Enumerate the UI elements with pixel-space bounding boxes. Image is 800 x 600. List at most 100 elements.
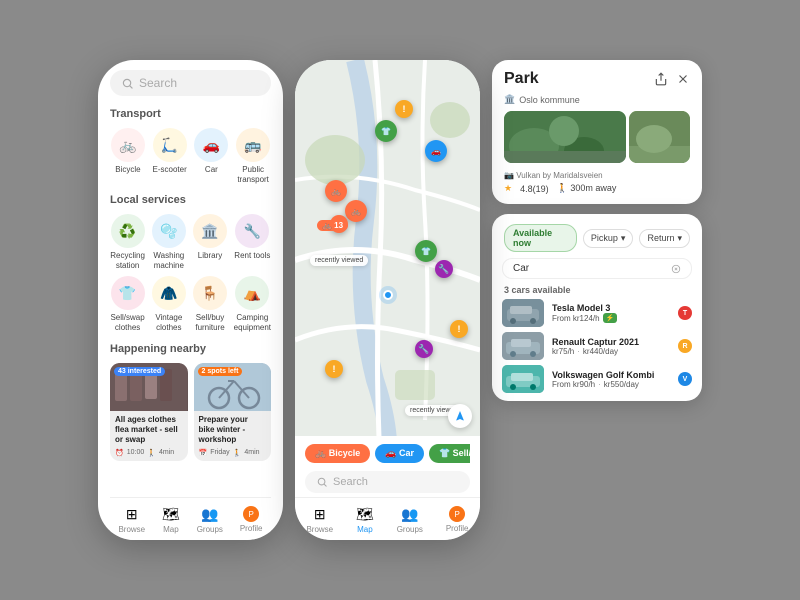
pill-bicycle[interactable]: 🚲 Bicycle (305, 444, 370, 463)
park-image-main (504, 111, 626, 163)
car-info-tesla: Tesla Model 3 From kr124/h ⚡ (552, 303, 670, 323)
brand-dot-renault: R (678, 339, 692, 353)
pill-car[interactable]: 🚗 Car (375, 444, 424, 463)
pickup-dropdown[interactable]: Pickup ▾ (583, 229, 634, 248)
event-flea-market[interactable]: 43 interested All ages clothes flea mark… (110, 363, 188, 461)
nav-map-center[interactable]: 🗺 Map (356, 506, 374, 534)
car-panel-header: Available now Pickup ▾ Return ▾ (492, 214, 702, 258)
pin-purple-1[interactable]: 🔧 (435, 260, 453, 278)
spots-badge: 2 spots left (198, 367, 243, 376)
service-washing[interactable]: 🫧 Washing machine (151, 214, 186, 270)
return-dropdown[interactable]: Return ▾ (639, 229, 690, 248)
search-placeholder: Search (139, 76, 177, 90)
pin-yellow-1[interactable]: ! (395, 100, 413, 118)
car-thumb-renault (502, 332, 544, 360)
ev-badge: ⚡ (603, 313, 618, 323)
car-search-bar[interactable]: Car (502, 258, 692, 279)
event-bike-workshop[interactable]: 2 spots left Prepare your bike winter - … (194, 363, 272, 461)
car-panel: Available now Pickup ▾ Return ▾ Car 3 ca… (492, 214, 702, 401)
map-bottom: 🚲 Bicycle 🚗 Car 👕 Sell/swap clothe… Sear… (295, 436, 480, 497)
transport-escooter[interactable]: 🛴 E-scooter (152, 128, 188, 184)
cars-count: 3 cars available (492, 285, 702, 299)
event-meta-flea: ⏰10:00 🚶4min (115, 449, 183, 457)
map-search-icon (317, 477, 327, 487)
center-phone: 🚲 🚲 8 🚗 👕 👕 ! ! (295, 60, 480, 540)
map-area[interactable]: 🚲 🚲 8 🚗 👕 👕 ! ! (295, 60, 480, 436)
car-item-tesla[interactable]: Tesla Model 3 From kr124/h ⚡ T (502, 299, 692, 327)
user-location-dot (383, 290, 393, 300)
service-camping[interactable]: ⛺ Camping equipment (234, 276, 271, 332)
park-rating: ★ 4.8(19) 🚶 300m away (504, 183, 690, 194)
map-search-placeholder: Search (333, 476, 368, 488)
close-icon[interactable] (676, 72, 690, 86)
car-item-vw[interactable]: Volkswagen Golf Kombi From kr90/h · kr55… (502, 365, 692, 393)
nav-groups-center[interactable]: 👥 Groups (397, 506, 423, 534)
search-icon (122, 78, 133, 89)
pin-bicycle-1[interactable]: 🚲 (325, 180, 347, 202)
services-grid: ♻️ Recycling station 🫧 Washing machine 🏛… (110, 214, 271, 332)
nav-map-left[interactable]: 🗺 Map (162, 506, 180, 534)
navigate-button[interactable] (448, 404, 472, 428)
service-sell-clothes[interactable]: 👕 Sell/swap clothes (110, 276, 145, 332)
transport-title: Transport (110, 108, 271, 120)
map-svg (295, 60, 480, 436)
car-thumb-vw (502, 365, 544, 393)
car-info-renault: Renault Captur 2021 kr75/h · kr440/day (552, 337, 670, 356)
left-search-bar[interactable]: Search (110, 70, 271, 96)
nav-browse-center[interactable]: ⊞ Browse (306, 506, 333, 534)
car-item-renault[interactable]: Renault Captur 2021 kr75/h · kr440/day R (502, 332, 692, 360)
recently-viewed-1: recently viewed (310, 255, 368, 266)
event-title-bike: Prepare your bike winter - workshop (199, 415, 267, 446)
pin-swap-1[interactable]: 👕 (375, 120, 397, 142)
pin-purple-2[interactable]: 🔧 (415, 340, 433, 358)
brand-dot-vw: V (678, 372, 692, 386)
event-title-flea: All ages clothes flea market - sell or s… (115, 415, 183, 446)
share-icon[interactable] (654, 72, 668, 86)
nav-profile-left[interactable]: P Profile (240, 506, 263, 534)
center-bottom-nav: ⊞ Browse 🗺 Map 👥 Groups P Profile (295, 497, 480, 540)
park-actions (654, 72, 690, 86)
right-panels: Park 🏛️ Oslo kommune (492, 60, 702, 401)
event-cards: 43 interested All ages clothes flea mark… (110, 363, 271, 461)
pin-swap-2[interactable]: 👕 (415, 240, 437, 262)
pin-yellow-3[interactable]: ! (325, 360, 343, 378)
interested-badge: 43 interested (114, 367, 165, 376)
park-panel: Park 🏛️ Oslo kommune (492, 60, 702, 204)
car-thumb-tesla (502, 299, 544, 327)
service-recycling[interactable]: ♻️ Recycling station (110, 214, 145, 270)
transport-car[interactable]: 🚗 Car (194, 128, 230, 184)
park-header: Park (492, 60, 702, 94)
park-footer: 📷 Vulkan by Maridalsveien ★ 4.8(19) 🚶 30… (492, 171, 702, 204)
car-list: Tesla Model 3 From kr124/h ⚡ T (492, 299, 702, 401)
nav-browse-left[interactable]: ⊞ Browse (118, 506, 145, 534)
event-meta-bike: 📅Friday 🚶4min (199, 449, 267, 457)
car-info-vw: Volkswagen Golf Kombi From kr90/h · kr55… (552, 370, 670, 389)
services-title: Local services (110, 194, 271, 206)
service-vintage[interactable]: 🧥 Vintage clothes (151, 276, 186, 332)
happening-title: Happening nearby (110, 343, 271, 355)
park-title: Park (504, 70, 539, 88)
nav-profile-center[interactable]: P Profile (446, 506, 469, 534)
service-tools[interactable]: 🔧 Rent tools (234, 214, 271, 270)
park-subtitle: 🏛️ Oslo kommune (492, 94, 702, 111)
map-search-bar[interactable]: Search (305, 471, 470, 493)
nav-groups-left[interactable]: 👥 Groups (197, 506, 223, 534)
bicycle-count-overlay: 🚲 13 (317, 220, 348, 231)
pin-bicycle-2[interactable]: 🚲 (345, 200, 367, 222)
park-credit: 📷 Vulkan by Maridalsveien (504, 171, 690, 180)
pin-yellow-2[interactable]: ! (450, 320, 468, 338)
navigate-icon (454, 410, 466, 422)
filter-pills: 🚲 Bicycle 🚗 Car 👕 Sell/swap clothe… (305, 444, 470, 463)
service-library[interactable]: 🏛️ Library (192, 214, 227, 270)
pill-swap[interactable]: 👕 Sell/swap clothe… (429, 444, 470, 463)
car-search-value: Car (513, 263, 666, 274)
transport-grid: 🚲 Bicycle 🛴 E-scooter 🚗 Car 🚌 Public tra… (110, 128, 271, 184)
park-images (492, 111, 702, 171)
transport-public[interactable]: 🚌 Public transport (235, 128, 271, 184)
service-furniture[interactable]: 🪑 Sell/buy furniture (192, 276, 227, 332)
car-clear-icon[interactable] (671, 264, 681, 274)
transport-bicycle[interactable]: 🚲 Bicycle (110, 128, 146, 184)
left-phone: Search Transport 🚲 Bicycle 🛴 E-scooter 🚗… (98, 60, 283, 540)
left-bottom-nav: ⊞ Browse 🗺 Map 👥 Groups P Profile (110, 497, 271, 540)
pin-car[interactable]: 🚗 (425, 140, 447, 162)
